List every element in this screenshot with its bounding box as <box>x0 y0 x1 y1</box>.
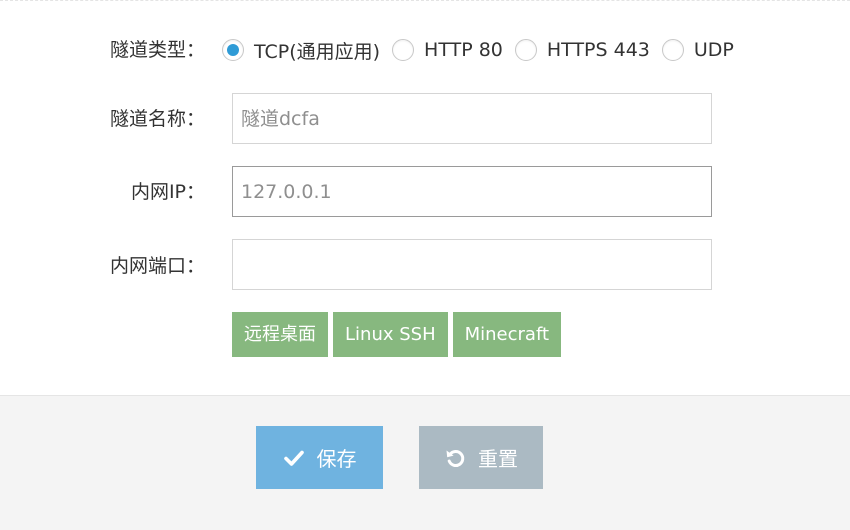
preset-minecraft-button[interactable]: Minecraft <box>452 312 562 357</box>
local-port-input[interactable] <box>232 239 712 290</box>
local-port-label: 内网端口： <box>109 255 205 277</box>
reset-button[interactable]: 重置 <box>419 426 543 489</box>
tunnel-name-label: 隧道名称： <box>109 108 205 130</box>
radio-tcp-label: TCP(通用应用) <box>254 40 381 63</box>
form-actions-footer: 保存 重置 <box>0 395 850 530</box>
tunnel-type-label: 隧道类型： <box>109 39 205 61</box>
radio-tcp-circle[interactable] <box>222 39 244 61</box>
radio-https-circle[interactable] <box>514 39 537 61</box>
radio-http[interactable]: HTTP 80 <box>392 39 515 61</box>
radio-udp-circle[interactable] <box>661 39 684 61</box>
radio-http-label: HTTP 80 <box>424 39 503 61</box>
local-ip-label: 内网IP： <box>130 181 205 203</box>
radio-http-circle[interactable] <box>392 39 415 61</box>
check-icon <box>283 447 305 469</box>
tunnel-name-input[interactable] <box>232 93 712 144</box>
local-ip-input[interactable] <box>232 166 712 217</box>
radio-https-label: HTTPS 443 <box>546 39 650 61</box>
save-button[interactable]: 保存 <box>256 426 383 489</box>
radio-udp-label: UDP <box>693 39 734 61</box>
radio-udp[interactable]: UDP <box>661 39 746 61</box>
top-divider <box>0 0 850 1</box>
preset-linux-ssh-button[interactable]: Linux SSH <box>333 312 448 357</box>
radio-https[interactable]: HTTPS 443 <box>514 39 662 61</box>
undo-icon <box>444 447 466 469</box>
tunnel-type-radio-group: TCP(通用应用) HTTP 80 HTTPS 443 UDP <box>222 36 746 64</box>
save-button-label: 保存 <box>316 447 357 471</box>
tunnel-form-page: 隧道类型： TCP(通用应用) HTTP 80 HTTPS 443 UDP 隧道… <box>0 0 850 530</box>
tunnel-form: 隧道类型： TCP(通用应用) HTTP 80 HTTPS 443 UDP 隧道… <box>0 0 850 395</box>
reset-button-label: 重置 <box>478 447 518 471</box>
port-preset-group: 远程桌面 Linux SSH Minecraft <box>232 312 566 357</box>
radio-tcp[interactable]: TCP(通用应用) <box>222 37 392 64</box>
preset-remote-desktop-button[interactable]: 远程桌面 <box>232 312 328 357</box>
